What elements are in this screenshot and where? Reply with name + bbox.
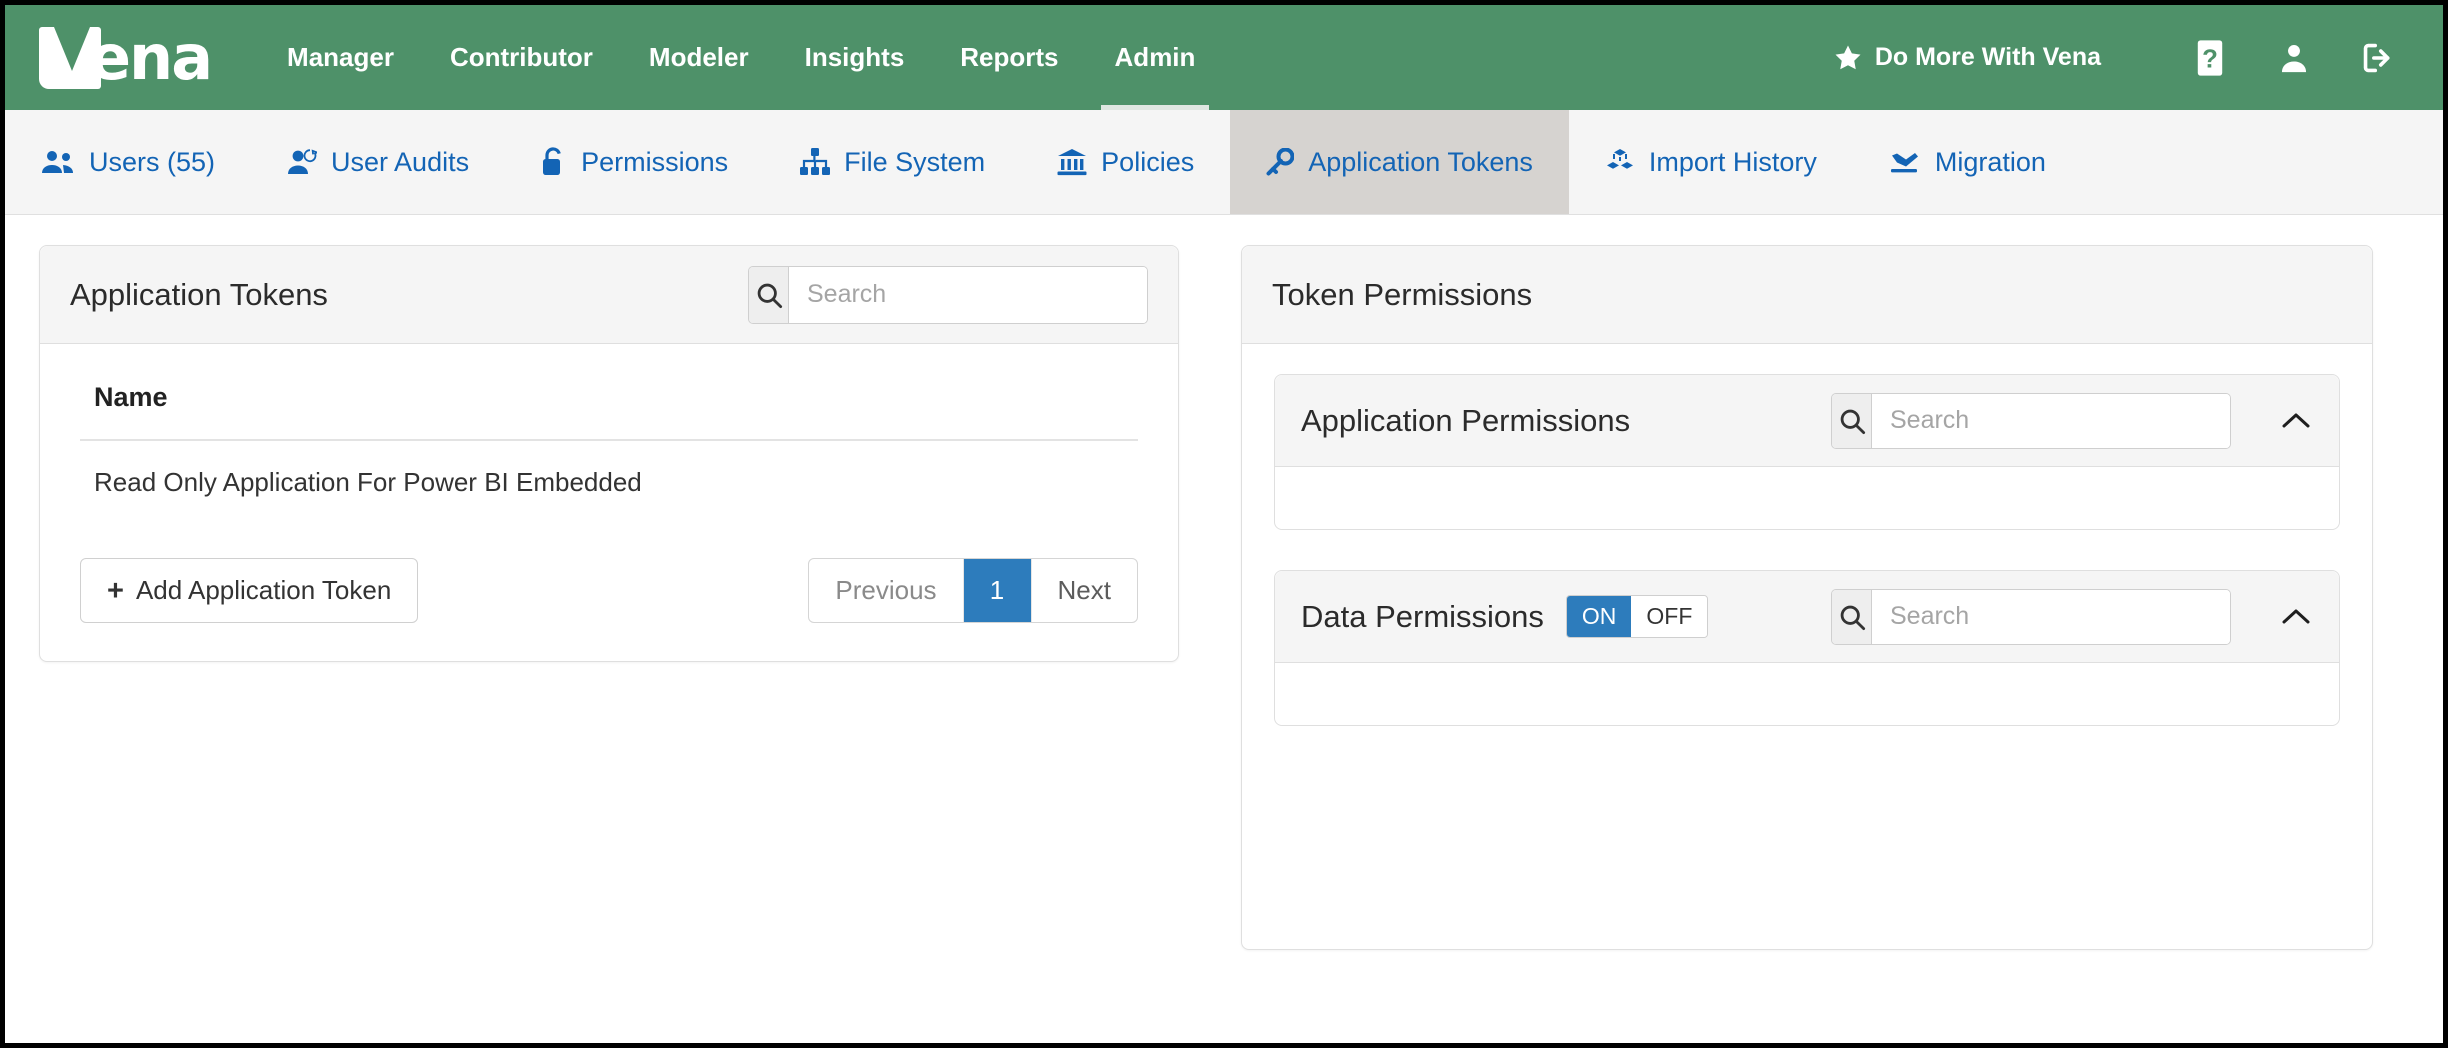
token-permissions-card: Token Permissions Application Permission… xyxy=(1241,245,2373,950)
nav-item-insights[interactable]: Insights xyxy=(777,5,933,110)
vena-logo[interactable]: ena xyxy=(39,5,213,110)
data-permissions-header: Data Permissions ON OFF xyxy=(1275,571,2339,663)
plane-icon xyxy=(1889,149,1921,175)
column-header-name: Name xyxy=(80,378,1138,441)
search-icon xyxy=(749,266,789,323)
nav-label: Reports xyxy=(960,42,1059,72)
data-permissions-list xyxy=(1275,663,2339,725)
sidebar-item-user-audits[interactable]: User Audits xyxy=(251,110,505,214)
logout-icon[interactable] xyxy=(2351,31,2405,85)
toggle-off-option[interactable]: OFF xyxy=(1631,596,1708,637)
pagination-page-1[interactable]: 1 xyxy=(963,559,1032,622)
sidebar-item-label: File System xyxy=(844,146,986,177)
sidebar-item-application-tokens[interactable]: Application Tokens xyxy=(1230,110,1569,214)
nav-item-contributor[interactable]: Contributor xyxy=(422,5,621,110)
search-input[interactable] xyxy=(1872,589,2230,644)
application-tokens-column: Application Tokens Name xyxy=(39,245,1179,662)
nav-label: Insights xyxy=(804,42,905,72)
application-permissions-title: Application Permissions xyxy=(1301,402,1631,438)
token-permissions-column: Token Permissions Application Permission… xyxy=(1241,245,2373,950)
nav-label: Admin xyxy=(1114,42,1196,72)
application-tokens-card-footer: + Add Application Token Previous 1 Next xyxy=(40,558,1178,661)
sidebar-item-label: Policies xyxy=(1101,146,1195,177)
svg-text:?: ? xyxy=(2202,45,2218,73)
application-tokens-table: Name Read Only Application For Power BI … xyxy=(80,378,1138,524)
sidebar-item-file-system[interactable]: File System xyxy=(764,110,1021,214)
nav-label: Contributor xyxy=(449,42,593,72)
nav-item-reports[interactable]: Reports xyxy=(932,5,1086,110)
data-permissions-title: Data Permissions xyxy=(1301,598,1544,634)
users-icon xyxy=(41,149,75,175)
sidebar-item-users[interactable]: Users (55) xyxy=(5,110,251,214)
user-icon[interactable] xyxy=(2267,31,2321,85)
search-input[interactable] xyxy=(1872,393,2230,448)
search-input[interactable] xyxy=(789,266,1147,323)
application-permissions-header: Application Permissions xyxy=(1275,375,2339,467)
data-permissions-toggle[interactable]: ON OFF xyxy=(1565,595,1709,638)
unlock-icon xyxy=(541,147,567,177)
do-more-with-vena-button[interactable]: Do More With Vena xyxy=(1833,43,2101,73)
sidebar-item-label: Application Tokens xyxy=(1308,146,1533,177)
token-permissions-card-header: Token Permissions xyxy=(1242,246,2372,344)
token-permissions-title: Token Permissions xyxy=(1272,276,1533,312)
sidebar-item-label: Users (55) xyxy=(89,146,216,177)
pagination: Previous 1 Next xyxy=(808,558,1138,623)
nav-item-modeler[interactable]: Modeler xyxy=(621,5,777,110)
sitemap-icon xyxy=(800,148,831,176)
app-window: ena Manager Contributor Modeler Insights… xyxy=(0,0,2448,1048)
table-cell-name: Read Only Application For Power BI Embed… xyxy=(94,467,642,497)
data-permissions-search-box[interactable] xyxy=(1831,588,2231,645)
nav-label: Manager xyxy=(287,42,394,72)
do-more-label: Do More With Vena xyxy=(1874,43,2101,71)
sidebar-item-label: Import History xyxy=(1648,146,1817,177)
application-tokens-card: Application Tokens Name xyxy=(39,245,1179,662)
add-application-token-label: Add Application Token xyxy=(135,575,392,605)
key-icon xyxy=(1266,148,1295,176)
sidebar-item-label: Migration xyxy=(1934,146,2046,177)
chevron-up-icon[interactable] xyxy=(2279,607,2313,627)
table-header-row: Name xyxy=(80,378,1138,441)
sidebar-item-label: Permissions xyxy=(581,146,729,177)
search-icon xyxy=(1832,393,1872,448)
chevron-up-icon[interactable] xyxy=(2279,411,2313,431)
nav-item-admin[interactable]: Admin xyxy=(1087,5,1224,110)
admin-subnav: Users (55) User Audits Permissions File … xyxy=(5,110,2443,215)
add-application-token-button[interactable]: + Add Application Token xyxy=(80,558,419,623)
topbar-actions: Do More With Vena ? xyxy=(1833,31,2443,85)
application-permissions-section: Application Permissions xyxy=(1274,374,2340,530)
application-permissions-list xyxy=(1275,467,2339,529)
top-navigation-bar: ena Manager Contributor Modeler Insights… xyxy=(5,5,2443,110)
table-row[interactable]: Read Only Application For Power BI Embed… xyxy=(80,440,1138,524)
application-tokens-card-header: Application Tokens xyxy=(40,246,1178,344)
search-icon xyxy=(1832,589,1872,644)
token-permissions-body: Application Permissions Search Data Perm… xyxy=(1242,344,2372,806)
token-search-box[interactable] xyxy=(748,265,1148,324)
sidebar-item-label: User Audits xyxy=(331,146,470,177)
application-tokens-table-wrap: Name Read Only Application For Power BI … xyxy=(40,344,1178,558)
application-permissions-search-box[interactable] xyxy=(1831,392,2231,449)
cubes-icon xyxy=(1605,148,1635,176)
bank-icon xyxy=(1057,148,1087,176)
pagination-previous[interactable]: Previous xyxy=(809,559,964,622)
sidebar-item-policies[interactable]: Policies xyxy=(1021,110,1230,214)
plus-icon: + xyxy=(107,574,124,607)
nav-label: Modeler xyxy=(648,42,749,72)
toggle-on-option[interactable]: ON xyxy=(1566,596,1632,637)
data-permissions-section: Data Permissions ON OFF xyxy=(1274,570,2340,726)
nav-item-manager[interactable]: Manager xyxy=(259,5,422,110)
sidebar-item-import-history[interactable]: Import History xyxy=(1569,110,1853,214)
pagination-next[interactable]: Next xyxy=(1032,559,1137,622)
vena-logo-mark-icon xyxy=(39,26,101,89)
page-title: Application Tokens xyxy=(70,276,328,312)
user-audit-icon xyxy=(287,149,318,175)
sidebar-item-migration[interactable]: Migration xyxy=(1853,110,2082,214)
main-content: Application Tokens Name xyxy=(5,215,2443,980)
star-icon xyxy=(1833,43,1863,73)
main-nav: Manager Contributor Modeler Insights Rep… xyxy=(259,5,1223,110)
sidebar-item-permissions[interactable]: Permissions xyxy=(505,110,764,214)
help-icon[interactable]: ? xyxy=(2183,31,2237,85)
vena-logo-text: ena xyxy=(89,20,213,94)
